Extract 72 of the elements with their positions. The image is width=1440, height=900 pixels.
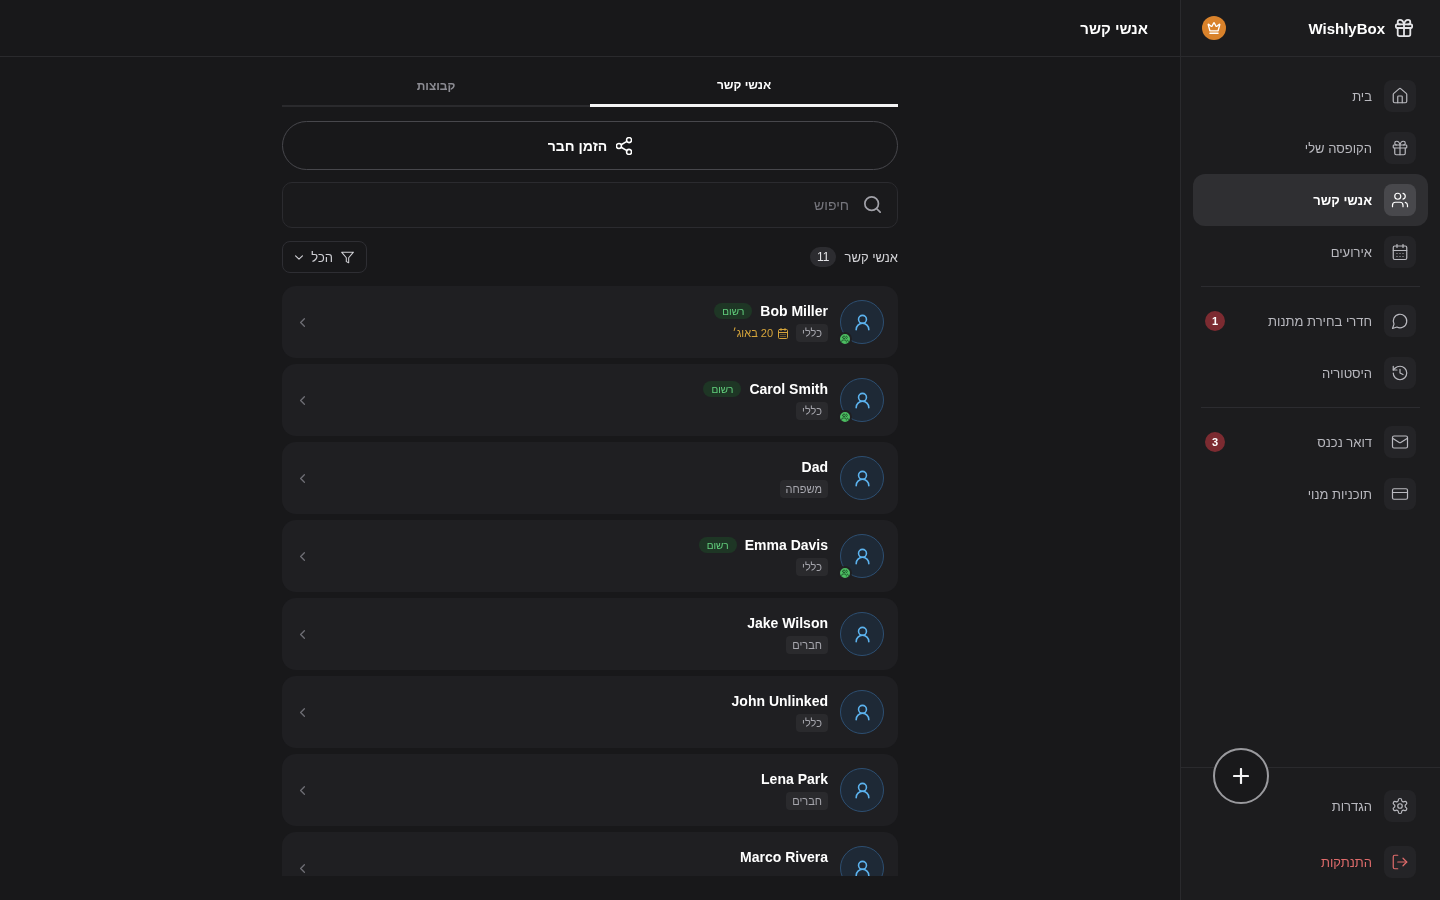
avatar-icon (840, 612, 884, 656)
notification-count: 1 (1205, 311, 1225, 331)
people-icon (1384, 184, 1416, 216)
sidebar-item[interactable]: תוכניות מנוי (1193, 468, 1428, 520)
search-field[interactable]: חיפוש (282, 182, 898, 228)
chevron-left-icon (300, 317, 305, 327)
contact-name: Jake Wilson (747, 615, 828, 631)
chevron-left-icon (300, 473, 305, 483)
tab[interactable]: אנשי קשר (590, 70, 898, 107)
section-label: אנשי קשר (844, 249, 898, 265)
group-tag: כללי (796, 714, 828, 732)
sidebar-item[interactable]: אירועים (1193, 226, 1428, 278)
page-title: אנשי קשר (1080, 19, 1148, 37)
group-tag: משפחה (779, 480, 828, 498)
logout-icon (1384, 846, 1416, 878)
group-tag: כללי (796, 324, 828, 342)
registered-badge: רשום (714, 303, 753, 319)
calendar-icon (1384, 236, 1416, 268)
registered-badge: רשום (698, 537, 737, 553)
brand-name: WishlyBox (1308, 19, 1385, 37)
chevron-left-icon (300, 785, 305, 795)
chevron-down-icon (295, 254, 303, 260)
contact-name: Bob Miller (760, 303, 828, 319)
group-tag: כללי (796, 402, 828, 420)
credit-card-icon (1384, 478, 1416, 510)
sidebar-item[interactable]: התנתקות (1193, 836, 1428, 888)
group-tag: חברים (786, 636, 828, 654)
sidebar-item[interactable]: היסטוריה (1193, 347, 1428, 399)
avatar-icon (840, 300, 884, 344)
contact-card[interactable]: Marco Rivera (282, 832, 898, 876)
sidebar-item[interactable]: הגדרות (1193, 780, 1428, 832)
chevron-left-icon (300, 629, 305, 639)
registered-badge: רשום (703, 381, 742, 397)
avatar-icon (840, 456, 884, 500)
calendar-icon (778, 327, 789, 339)
chevron-left-icon (300, 395, 305, 405)
group-tag: כללי (796, 558, 828, 576)
add-button[interactable] (1213, 748, 1269, 804)
sidebar-item[interactable]: אנשי קשר (1193, 174, 1428, 226)
contact-name: John Unlinked (731, 693, 828, 709)
chevron-left-icon (300, 551, 305, 561)
chat-bubble-icon (1384, 305, 1416, 337)
chevron-left-icon (300, 707, 305, 717)
sidebar-item[interactable]: הקופסה שלי (1193, 122, 1428, 174)
mail-icon (1384, 426, 1416, 458)
sidebar-item[interactable]: בית (1193, 70, 1428, 122)
contact-name: Emma Davis (744, 537, 828, 553)
gift-icon (1384, 132, 1416, 164)
share-icon (616, 136, 633, 155)
history-icon (1384, 357, 1416, 389)
filter-icon (341, 250, 354, 264)
crown-icon[interactable] (1202, 16, 1226, 40)
avatar-icon (840, 690, 884, 734)
tab[interactable]: קבוצות (282, 70, 590, 107)
contact-count: 11 (810, 247, 837, 267)
avatar-icon (840, 378, 884, 422)
group-tag: חברים (786, 792, 828, 810)
search-icon (864, 196, 881, 213)
birthday-date: 20 באוג׳ (732, 327, 774, 339)
chevron-left-icon (300, 863, 305, 873)
filter-dropdown[interactable]: הכל (282, 241, 367, 273)
contact-name: Dad (801, 459, 828, 475)
avatar-icon (840, 534, 884, 578)
avatar-icon (840, 768, 884, 812)
notification-count: 3 (1205, 432, 1225, 452)
home-icon (1384, 80, 1416, 112)
contact-name: Marco Rivera (740, 849, 828, 865)
plus-icon (1233, 768, 1249, 784)
contact-name: Lena Park (761, 771, 828, 787)
gift-logo-icon (1395, 19, 1413, 37)
settings-icon (1384, 790, 1416, 822)
contact-name: Carol Smith (749, 381, 828, 397)
